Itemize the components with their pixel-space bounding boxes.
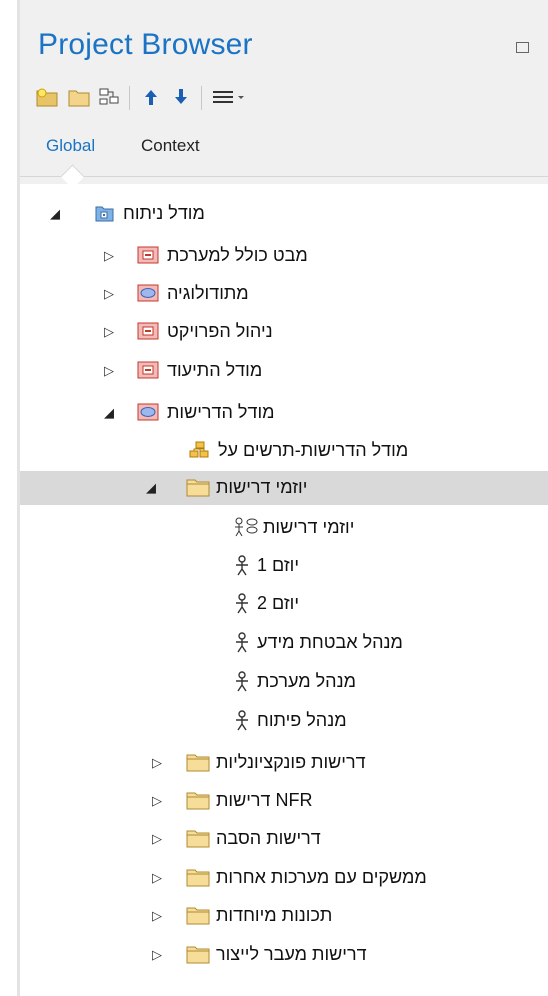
actor-icon (233, 555, 255, 576)
actor-diagram-icon (233, 517, 258, 537)
tab-context[interactable]: Context (141, 136, 200, 156)
tree-item-label: יוזם 1 (257, 555, 300, 575)
expand-toggle-icon[interactable]: ▷ (152, 948, 162, 962)
panel-title: Project Browser (38, 28, 253, 61)
tree-row[interactable]: ▷ דרישות מעבר לייצור (20, 938, 548, 972)
tree-item-label: מודל הדרישות (167, 402, 275, 422)
tree-item-label: מבט כולל למערכת (167, 245, 308, 265)
collapse-toggle-icon[interactable]: ◢ (104, 406, 114, 420)
tree-row[interactable]: ▷ מבט כולל למערכת (20, 239, 548, 273)
folder-icon (186, 790, 210, 810)
package-view-icon (137, 321, 159, 341)
tree-row[interactable]: ▷ דרישות הסבה (20, 822, 548, 856)
usecase-view-icon (137, 283, 159, 303)
folder-icon (186, 905, 210, 925)
tree-row[interactable]: ▷ ממשקים עם מערכות אחרות (20, 861, 548, 895)
expand-toggle-icon[interactable]: ▷ (152, 871, 162, 885)
tree-item-label: מודל התיעוד (167, 360, 263, 380)
expand-toggle-icon[interactable]: ▷ (104, 249, 114, 263)
tree-item-label: NFR דרישות (216, 790, 313, 810)
package-view-icon (137, 245, 159, 265)
tree-item-label: דרישות מעבר לייצור (216, 944, 367, 964)
tree-item-label: מנהל אבטחת מידע (257, 632, 403, 652)
actor-icon (233, 632, 255, 653)
tree-item-label: יוזם 2 (257, 593, 300, 613)
expand-toggle-icon[interactable]: ▷ (104, 364, 114, 378)
menu-icon[interactable] (210, 84, 250, 110)
tree-row[interactable]: ◢ יוזמי דרישות (20, 471, 548, 505)
tree-item-label: מודל ניתוח (123, 203, 205, 223)
tree-row[interactable]: ▷ תכונות מיוחדות (20, 899, 548, 933)
folder-icon[interactable] (66, 84, 92, 110)
maximize-icon[interactable] (516, 42, 529, 53)
tree-row[interactable]: ▷ מתודולוגיה (20, 277, 548, 311)
folder-icon (186, 944, 210, 964)
expand-toggle-icon[interactable]: ▷ (152, 909, 162, 923)
collapse-toggle-icon[interactable]: ◢ (50, 207, 60, 221)
tree-item-label: דרישות הסבה (216, 828, 321, 848)
toolbar-separator (201, 86, 202, 110)
move-up-icon[interactable] (138, 84, 164, 110)
expand-toggle-icon[interactable]: ▷ (104, 325, 114, 339)
actor-icon (233, 671, 255, 692)
tree-row[interactable]: יוזמי דרישות (20, 511, 548, 545)
new-model-icon[interactable] (34, 84, 60, 110)
project-tree: ◢ מודל ניתוח ▷ מבט כולל למערכת ▷ מתודולוגיה ▷ נ… (20, 184, 548, 996)
actor-icon (233, 710, 255, 731)
expand-toggle-icon[interactable]: ▷ (152, 756, 162, 770)
tree-row[interactable]: ▷ מודל התיעוד (20, 354, 548, 388)
tree-row[interactable]: ◢ מודל הדרישות (20, 396, 548, 430)
expand-toggle-icon[interactable]: ▷ (104, 287, 114, 301)
tree-row[interactable]: מנהל אבטחת מידע (20, 626, 548, 660)
tree-row[interactable]: ◢ מודל ניתוח (20, 197, 548, 231)
folder-icon (186, 867, 210, 887)
tree-row[interactable]: מנהל מערכת (20, 665, 548, 699)
tree-item-label: ניהול הפרויקט (167, 321, 273, 341)
folder-icon (186, 828, 210, 848)
tree-row[interactable]: יוזם 1 (20, 549, 548, 583)
tree-row[interactable]: ▷ NFR דרישות (20, 784, 548, 818)
toolbar-separator (129, 86, 130, 110)
expand-toggle-icon[interactable]: ▷ (152, 794, 162, 808)
root-model-icon (93, 203, 115, 223)
tree-row[interactable]: מודל הדרישות-תרשים על (20, 434, 548, 468)
actor-icon (233, 593, 255, 614)
folder-icon (186, 477, 210, 497)
collapse-toggle-icon[interactable]: ◢ (146, 481, 156, 495)
package-view-icon (137, 360, 159, 380)
tab-global[interactable]: Global (46, 136, 95, 156)
tree-row[interactable]: ▷ ניהול הפרויקט (20, 315, 548, 349)
tree-row[interactable]: יוזם 2 (20, 587, 548, 621)
tree-item-label: מתודולוגיה (167, 283, 249, 303)
project-browser-panel: Project Browser Global Context ◢ מודל נית… (20, 0, 548, 996)
tree-item-label: מנהל מערכת (257, 671, 356, 691)
tree-item-label: ממשקים עם מערכות אחרות (216, 867, 427, 887)
move-down-icon[interactable] (168, 84, 194, 110)
tree-row[interactable]: ▷ דרישות פונקציונליות (20, 746, 548, 780)
tree-row[interactable]: מנהל פיתוח (20, 704, 548, 738)
tree-item-label: מנהל פיתוח (257, 710, 347, 730)
diagram-icon (188, 440, 210, 460)
folder-icon (186, 752, 210, 772)
tree-item-label: מודל הדרישות-תרשים על (218, 440, 409, 460)
tree-item-label: דרישות פונקציונליות (216, 752, 366, 772)
tree-item-label: תכונות מיוחדות (216, 905, 333, 925)
expand-toggle-icon[interactable]: ▷ (152, 832, 162, 846)
tab-divider (20, 176, 548, 177)
usecase-view-icon (137, 402, 159, 422)
tree-item-label: יוזמי דרישות (216, 477, 308, 497)
tree-item-label: יוזמי דרישות (263, 517, 355, 537)
diagram-icon[interactable] (96, 84, 122, 110)
